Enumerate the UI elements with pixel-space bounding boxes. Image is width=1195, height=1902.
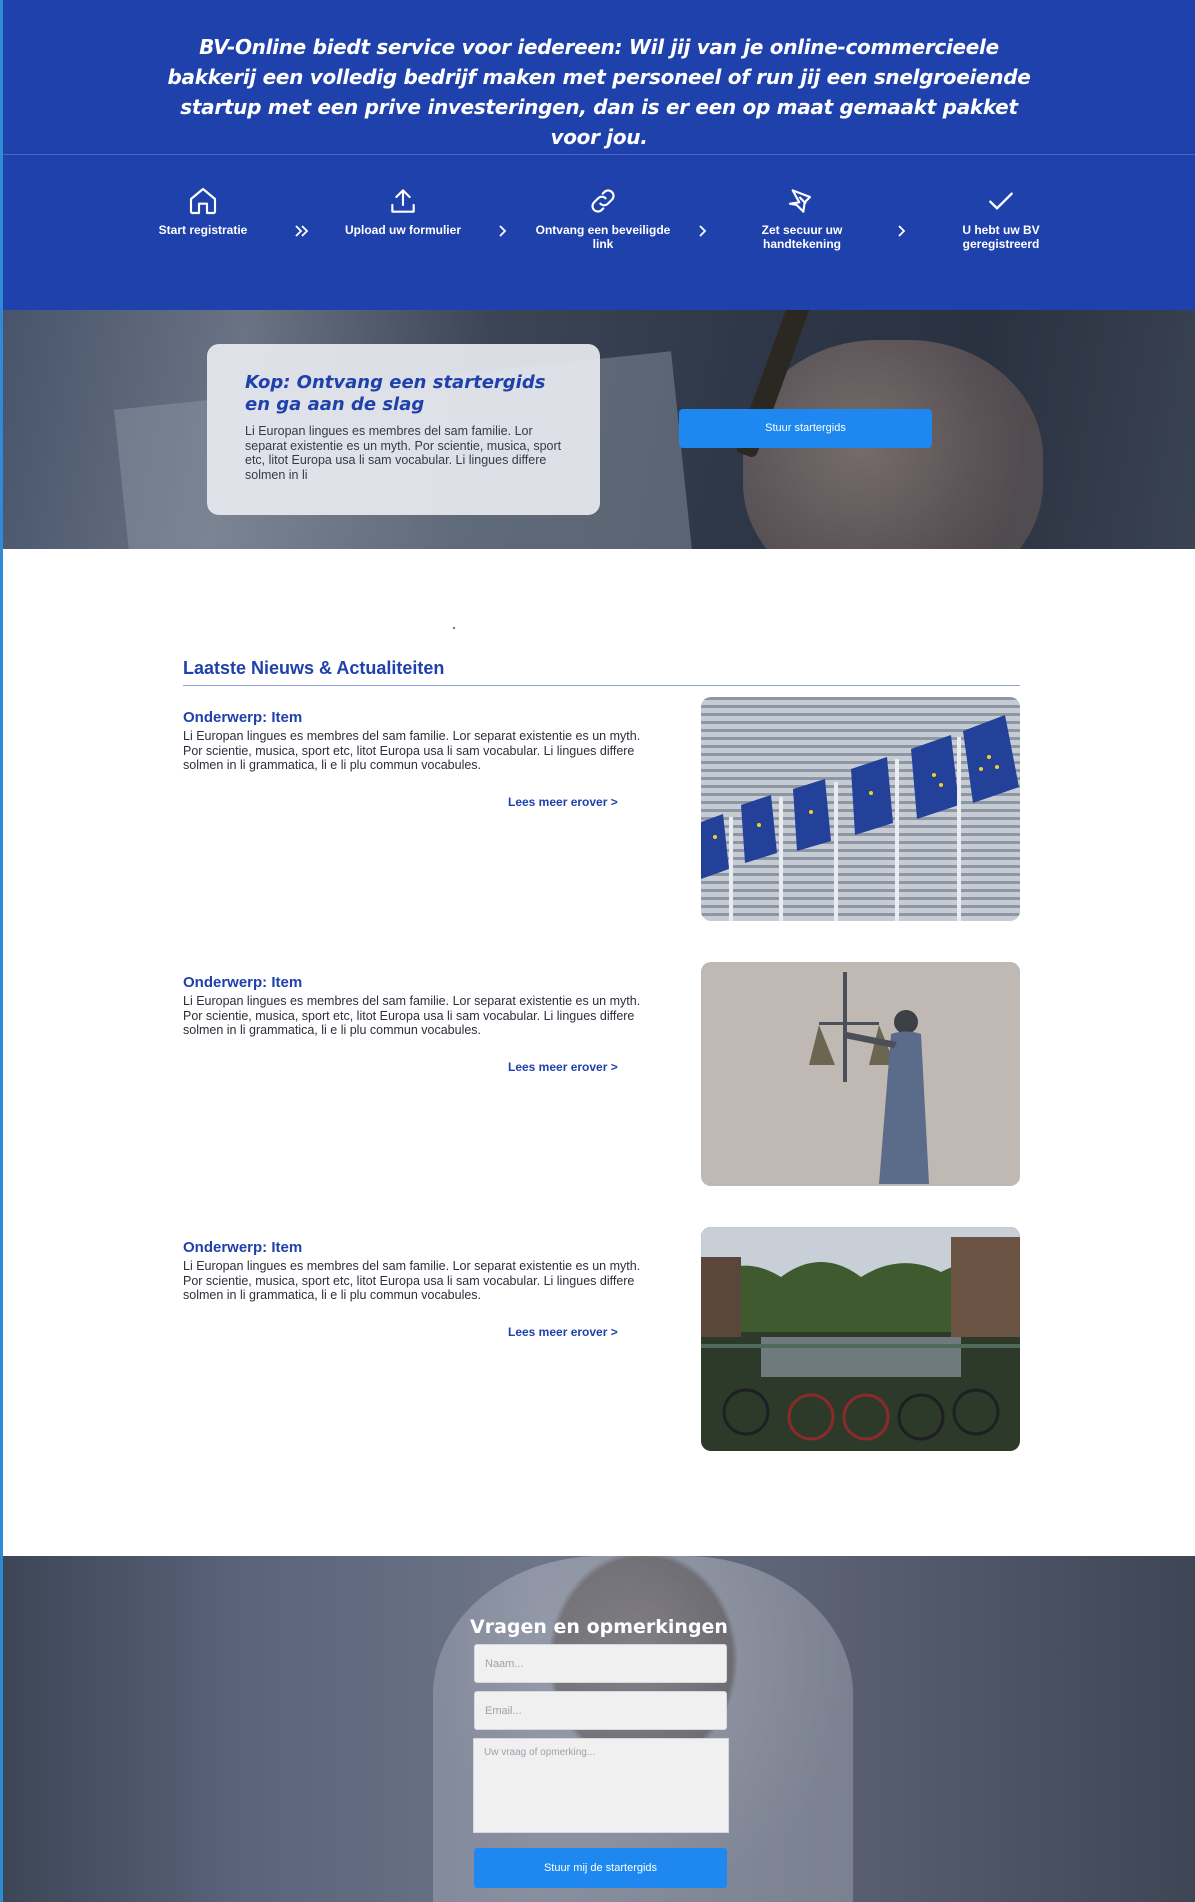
hero-title: Kop: Ontvang een startergids en ga aan d…: [245, 372, 546, 415]
news-item: Onderwerp: Item Li Europan lingues es me…: [183, 962, 1020, 1186]
hero-body: Li Europan lingues es membres del sam fa…: [245, 424, 562, 482]
step-registered[interactable]: U hebt uw BV geregistreerd: [931, 185, 1071, 251]
read-more-link[interactable]: Lees meer erover >: [508, 1325, 618, 1339]
step-signature[interactable]: Zet secuur uw handtekening: [732, 185, 872, 251]
intro-text: BV-Online biedt service voor iedereen: W…: [167, 35, 1031, 149]
chevron-right-icon: [699, 225, 707, 237]
page: BV-Online biedt service voor iedereen: W…: [0, 0, 1195, 1902]
news-image-amsterdam-canal[interactable]: [701, 1227, 1020, 1451]
registration-steps: Start registratie Upload uw formulier On…: [3, 155, 1195, 310]
upload-icon: [391, 189, 415, 213]
step-start-registration[interactable]: Start registratie: [133, 185, 273, 237]
read-more-link[interactable]: Lees meer erover >: [508, 795, 618, 809]
chevron-right-icon: [898, 225, 906, 237]
home-icon: [189, 187, 217, 215]
hero-card: Kop: Ontvang een startergids en ga aan d…: [207, 344, 600, 515]
pen-icon: [788, 189, 812, 213]
step-label: Zet secuur uw handtekening: [761, 223, 843, 251]
news-heading-underline: [183, 685, 1020, 686]
news-item-body: Li Europan lingues es membres del sam fa…: [183, 994, 641, 1037]
lady-justice-illustration: [701, 962, 1020, 1186]
news-image-lady-justice[interactable]: [701, 962, 1020, 1186]
name-field[interactable]: [474, 1644, 727, 1683]
email-field[interactable]: [474, 1691, 727, 1730]
question-field[interactable]: [473, 1738, 729, 1833]
news-item: Onderwerp: Item Li Europan lingues es me…: [183, 697, 1020, 921]
send-starter-guide-submit-button[interactable]: Stuur mij de startergids: [474, 1848, 727, 1888]
news-item-body: Li Europan lingues es membres del sam fa…: [183, 1259, 641, 1302]
step-receive-link[interactable]: Ontvang een beveiligde link: [533, 185, 673, 251]
decorative-dot: [453, 627, 455, 629]
step-upload-form[interactable]: Upload uw formulier: [333, 185, 473, 237]
news-item-body: Li Europan lingues es membres del sam fa…: [183, 729, 641, 772]
news-image-eu-flags[interactable]: [701, 697, 1020, 921]
eu-flags-illustration: [701, 697, 1020, 921]
step-label: U hebt uw BV geregistreerd: [962, 223, 1040, 251]
read-more-link[interactable]: Lees meer erover >: [508, 1060, 618, 1074]
step-label: Start registratie: [158, 223, 248, 237]
double-chevron-right-icon: [295, 225, 309, 237]
news-item-title: Onderwerp: Item: [183, 974, 303, 991]
starter-guide-hero: Kop: Ontvang een startergids en ga aan d…: [3, 310, 1195, 549]
contact-section: Vragen en opmerkingen Stuur mij de start…: [3, 1556, 1195, 1902]
news-item-title: Onderwerp: Item: [183, 1239, 303, 1256]
news-item: Onderwerp: Item Li Europan lingues es me…: [183, 1227, 1020, 1451]
intro-banner: BV-Online biedt service voor iedereen: W…: [3, 0, 1195, 154]
send-starter-guide-button[interactable]: Stuur startergids: [679, 409, 932, 448]
amsterdam-canal-illustration: [701, 1227, 1020, 1451]
step-label: Ontvang een beveiligde link: [535, 223, 671, 251]
chevron-right-icon: [499, 225, 507, 237]
link-icon: [591, 189, 615, 213]
contact-title: Vragen en opmerkingen: [470, 1616, 728, 1638]
news-heading: Laatste Nieuws & Actualiteiten: [183, 658, 445, 678]
check-icon: [989, 192, 1013, 210]
step-label: Upload uw formulier: [344, 223, 461, 237]
news-item-title: Onderwerp: Item: [183, 709, 303, 726]
